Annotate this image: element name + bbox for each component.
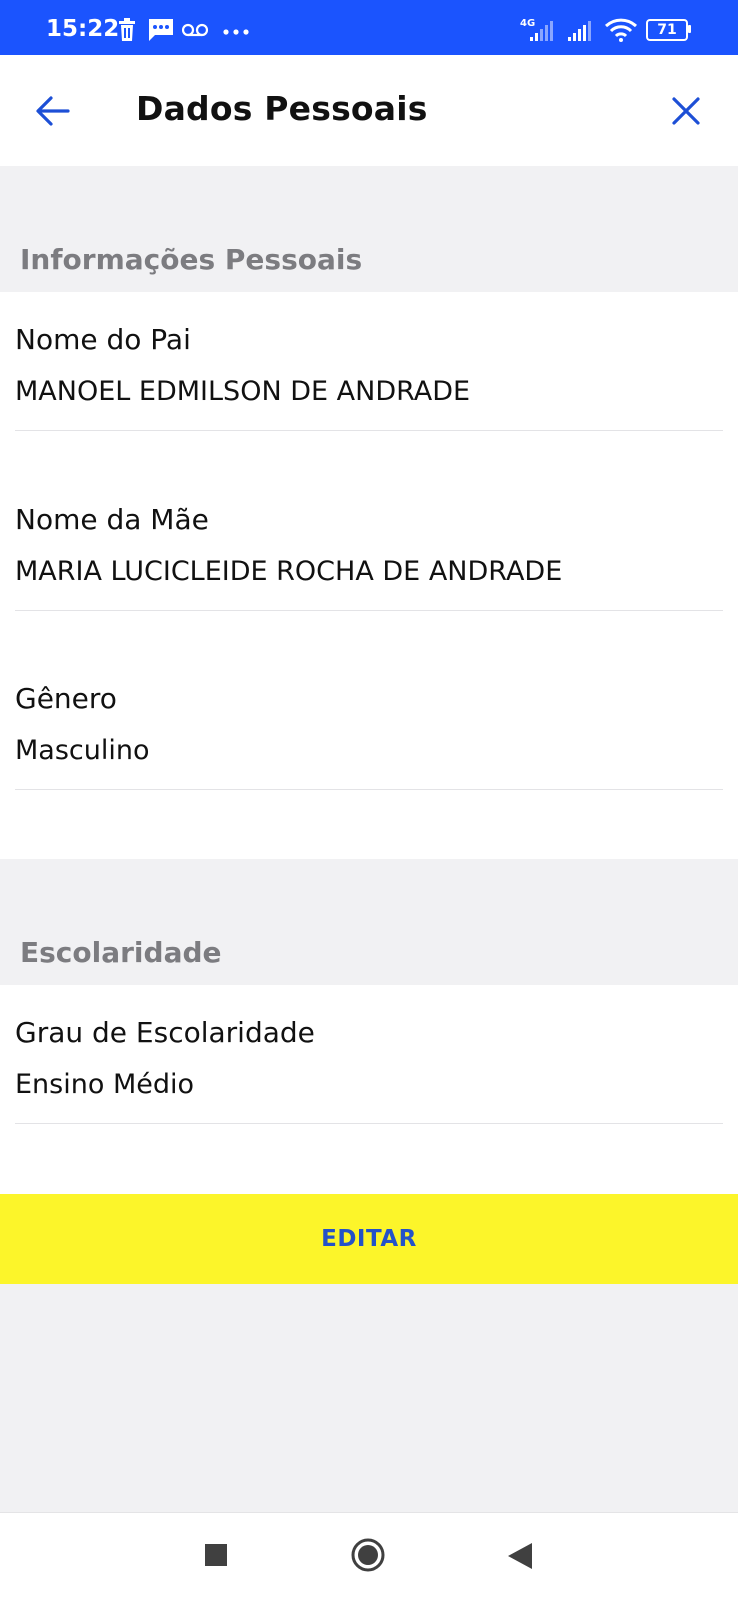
status-system-icons: 4G 71 — [520, 16, 710, 42]
trash-icon — [119, 18, 135, 41]
more-dots-icon — [223, 29, 249, 35]
field-gender: Gênero Masculino — [15, 681, 723, 769]
status-time: 15:22 — [46, 16, 120, 42]
recents-square-icon[interactable] — [205, 1544, 227, 1566]
field-label: Nome da Mãe — [15, 503, 209, 536]
education-card: Grau de Escolaridade Ensino Médio — [0, 985, 738, 1194]
close-icon — [672, 97, 700, 125]
system-nav-bar — [0, 1512, 738, 1601]
field-value: Ensino Médio — [15, 1069, 195, 1100]
edit-button[interactable]: EDITAR — [0, 1194, 738, 1284]
field-education-level: Grau de Escolaridade Ensino Médio — [15, 1015, 723, 1103]
field-value: Masculino — [15, 735, 150, 766]
section-label-education: Escolaridade — [20, 936, 222, 969]
divider — [15, 430, 723, 431]
field-value: MANOEL EDMILSON DE ANDRADE — [15, 376, 471, 407]
close-button[interactable] — [664, 89, 708, 133]
field-value: MARIA LUCICLEIDE ROCHA DE ANDRADE — [15, 556, 563, 587]
battery-icon: 71 — [646, 19, 688, 41]
arrow-left-icon — [36, 96, 70, 126]
divider — [15, 610, 723, 611]
message-icon — [149, 19, 173, 41]
divider — [15, 789, 723, 790]
signal-icon-2 — [568, 21, 591, 41]
wifi-icon — [604, 18, 638, 42]
voicemail-icon — [182, 23, 208, 37]
back-triangle-icon[interactable] — [506, 1541, 534, 1571]
battery-level: 71 — [657, 22, 677, 38]
battery-tip — [688, 25, 691, 33]
field-mother-name: Nome da Mãe MARIA LUCICLEIDE ROCHA DE AN… — [15, 502, 723, 590]
status-bar: 15:22 4G 71 — [0, 0, 738, 55]
personal-info-card: Nome do Pai MANOEL EDMILSON DE ANDRADE N… — [0, 292, 738, 859]
app-header: Dados Pessoais — [0, 55, 738, 166]
field-label: Gênero — [15, 682, 117, 715]
signal-icon — [530, 21, 553, 41]
section-label-personal: Informações Pessoais — [20, 243, 363, 276]
field-label: Nome do Pai — [15, 323, 191, 356]
divider — [15, 1123, 723, 1124]
back-button[interactable] — [30, 89, 74, 133]
field-father-name: Nome do Pai MANOEL EDMILSON DE ANDRADE — [15, 322, 723, 410]
page-title: Dados Pessoais — [136, 89, 428, 128]
home-circle-icon[interactable] — [350, 1537, 386, 1573]
field-label: Grau de Escolaridade — [15, 1016, 315, 1049]
